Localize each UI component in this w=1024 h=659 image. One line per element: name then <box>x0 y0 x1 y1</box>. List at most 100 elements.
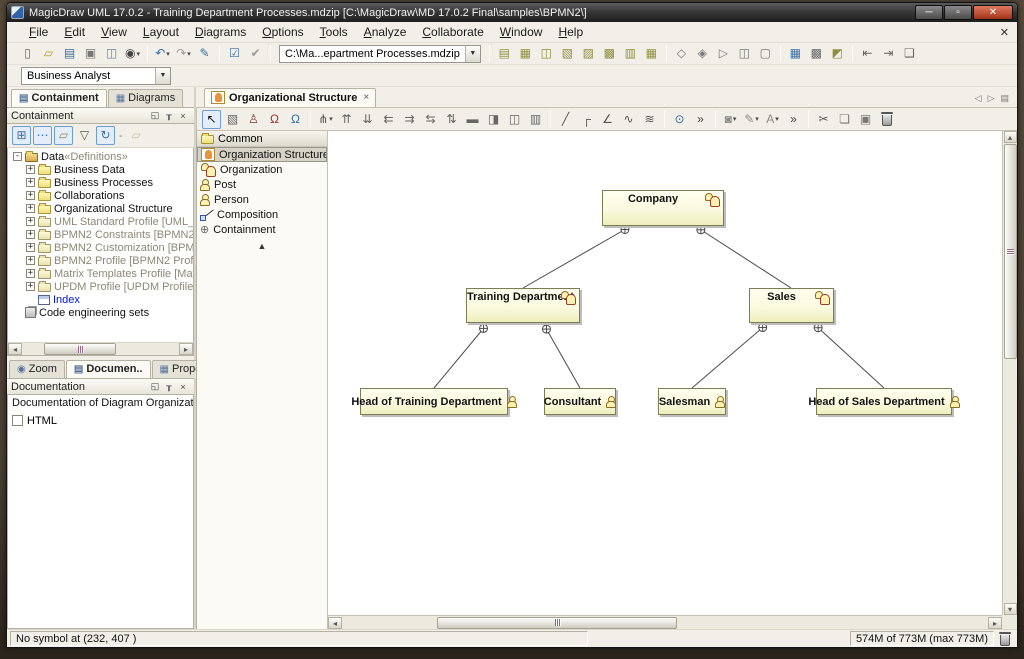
next-diagram-icon[interactable]: ▷ <box>988 93 995 104</box>
tab-documen-[interactable]: ▤Documen.. <box>66 360 151 378</box>
scrollbar-thumb[interactable] <box>1004 144 1017 359</box>
node-consultant[interactable]: Consultant <box>544 388 616 415</box>
save-project-icon[interactable]: ▤ <box>60 44 79 63</box>
tree-item-code-engineering-sets[interactable]: Code engineering sets <box>8 306 193 319</box>
palette-item-containment[interactable]: ⊕Containment <box>197 222 327 237</box>
matrix-diagram-icon[interactable]: ▥ <box>621 44 640 63</box>
menu-view[interactable]: View <box>93 23 135 41</box>
diagram-canvas[interactable]: CompanyTraining DepartmentSalesHead of T… <box>328 131 1002 615</box>
menu-close-icon[interactable]: ✕ <box>1000 26 1009 39</box>
scroll-right-icon[interactable]: ▸ <box>179 343 193 355</box>
tab-containment[interactable]: ▤Containment <box>11 89 107 107</box>
html-checkbox[interactable] <box>12 415 23 426</box>
commit-changes-icon[interactable]: ☑ <box>225 44 244 63</box>
menu-edit[interactable]: Edit <box>56 23 93 41</box>
template-icon[interactable]: ▷ <box>714 44 733 63</box>
scrollbar-thumb[interactable] <box>437 617 677 629</box>
used-projects-icon[interactable]: ▤ <box>495 44 514 63</box>
new-project-icon[interactable]: ▯ <box>18 44 37 63</box>
expand-node-icon[interactable]: + <box>26 269 35 278</box>
align-top-icon[interactable]: ⇈ <box>337 110 356 129</box>
close-diagram-icon[interactable]: × <box>363 92 369 103</box>
line-curved-icon[interactable]: ∿ <box>619 110 638 129</box>
align-bottom-icon[interactable]: ⇊ <box>358 110 377 129</box>
combo-arrow-icon[interactable]: ▼ <box>465 46 480 62</box>
previous-diagram-icon[interactable]: ◁ <box>975 93 982 104</box>
tab-zoom[interactable]: ◉Zoom <box>9 360 65 378</box>
print-preview-icon[interactable]: ◫ <box>102 44 121 63</box>
dependency-matrix-icon[interactable]: ◇ <box>672 44 691 63</box>
print-icon[interactable]: ▣ <box>81 44 100 63</box>
palette-scroll-up-icon[interactable]: ▲ <box>197 241 327 251</box>
close-panel-icon[interactable]: × <box>176 382 190 392</box>
tree-item-bpmn2-customization-bpmn2-cust[interactable]: +BPMN2 Customization [BPMN2 Custo <box>8 241 193 254</box>
expand-node-icon[interactable]: + <box>26 243 35 252</box>
map-diagram-icon[interactable]: ▦ <box>642 44 661 63</box>
perspective-combo[interactable]: Business Analyst ▼ <box>21 67 171 85</box>
tree-item-collaborations[interactable]: +Collaborations <box>8 189 193 202</box>
scroll-right-icon[interactable]: ▸ <box>988 617 1002 629</box>
line-bezier-icon[interactable]: ∠ <box>598 110 617 129</box>
layout-tree-icon[interactable]: ⋔▾ <box>316 110 335 129</box>
tree-item-matrix-templates-profile-matri[interactable]: +Matrix Templates Profile [Matrix_Te <box>8 267 193 280</box>
tree-item-index[interactable]: Index <box>8 293 193 306</box>
memory-usage[interactable]: 574M of 773M (max 773M) <box>850 631 994 646</box>
scroll-down-icon[interactable]: ▾ <box>1004 603 1017 615</box>
cut-icon[interactable]: ✂ <box>814 110 833 129</box>
navigate-forward-icon[interactable]: ⇥ <box>879 44 898 63</box>
expand-node-icon[interactable]: + <box>26 217 35 226</box>
fill-color-icon[interactable]: ◙▾ <box>721 110 740 129</box>
layout-icon[interactable]: ▩ <box>807 44 826 63</box>
person-diagram-icon[interactable]: ▨ <box>579 44 598 63</box>
expand-node-icon[interactable]: + <box>26 165 35 174</box>
menu-collaborate[interactable]: Collaborate <box>414 23 491 41</box>
scroll-up-icon[interactable]: ▴ <box>1004 131 1017 143</box>
node-company[interactable]: Company <box>602 190 724 226</box>
scroll-left-icon[interactable]: ◂ <box>328 617 342 629</box>
menu-tools[interactable]: Tools <box>312 23 356 41</box>
center-h-icon[interactable]: ◫ <box>505 110 524 129</box>
expand-node-icon[interactable]: + <box>26 230 35 239</box>
canvas-vertical-scrollbar[interactable]: ▴ ▾ <box>1002 131 1017 615</box>
stamp-tool-icon[interactable]: ♙ <box>244 110 263 129</box>
shared-packages-icon[interactable]: ◫ <box>537 44 556 63</box>
project-usages-icon[interactable]: ▦ <box>516 44 535 63</box>
org-diagram-icon[interactable]: ▧ <box>558 44 577 63</box>
distribute-v-icon[interactable]: ⇅ <box>442 110 461 129</box>
selection-tool-icon[interactable]: ↖ <box>202 110 221 129</box>
active-file-combo[interactable]: C:\Ma...epartment Processes.mdzip ▼ <box>279 45 481 63</box>
make-same-height-icon[interactable]: ◨ <box>484 110 503 129</box>
collapse-all-icon[interactable]: ⋯ <box>33 126 52 145</box>
marquee-tool-icon[interactable]: ▧ <box>223 110 242 129</box>
documentation-editor[interactable] <box>7 429 194 629</box>
collapse-node-icon[interactable]: - <box>13 152 22 161</box>
center-v-icon[interactable]: ▥ <box>526 110 545 129</box>
menu-window[interactable]: Window <box>492 23 551 41</box>
more-tools-icon[interactable]: » <box>691 110 710 129</box>
close-panel-icon[interactable]: × <box>176 111 190 121</box>
delete-icon[interactable] <box>877 110 896 129</box>
tree-item-organizational-structure[interactable]: +Organizational Structure <box>8 202 193 215</box>
expand-node-icon[interactable]: + <box>26 282 35 291</box>
line-oblique-icon[interactable]: ╱ <box>556 110 575 129</box>
palette-item-post[interactable]: Post <box>197 177 327 192</box>
menu-analyze[interactable]: Analyze <box>356 23 415 41</box>
magnet2-tool-icon[interactable]: Ω <box>286 110 305 129</box>
expand-node-icon[interactable]: + <box>26 256 35 265</box>
open-project-icon[interactable]: ▱ <box>39 44 58 63</box>
align-left-icon[interactable]: ⇇ <box>379 110 398 129</box>
more-style-icon[interactable]: » <box>784 110 803 129</box>
distribute-h-icon[interactable]: ⇆ <box>421 110 440 129</box>
menu-file[interactable]: File <box>21 23 56 41</box>
menu-diagrams[interactable]: Diagrams <box>187 23 254 41</box>
maximize-button[interactable]: ▫ <box>944 5 972 20</box>
line-rectilinear-icon[interactable]: ┌ <box>577 110 596 129</box>
spelling-icon[interactable]: ✎ <box>195 44 214 63</box>
palette-item-organization-structure-di[interactable]: Organization Structure Di... <box>197 147 327 162</box>
undo-icon[interactable]: ↶▾ <box>153 44 172 63</box>
redo-icon[interactable]: ↷▾ <box>174 44 193 63</box>
auto-refresh-icon[interactable]: ↻ <box>96 126 115 145</box>
pen-color-icon[interactable]: ✎▾ <box>742 110 761 129</box>
table-diagram-icon[interactable]: ▩ <box>600 44 619 63</box>
node-training-department[interactable]: Training Department <box>466 288 580 323</box>
